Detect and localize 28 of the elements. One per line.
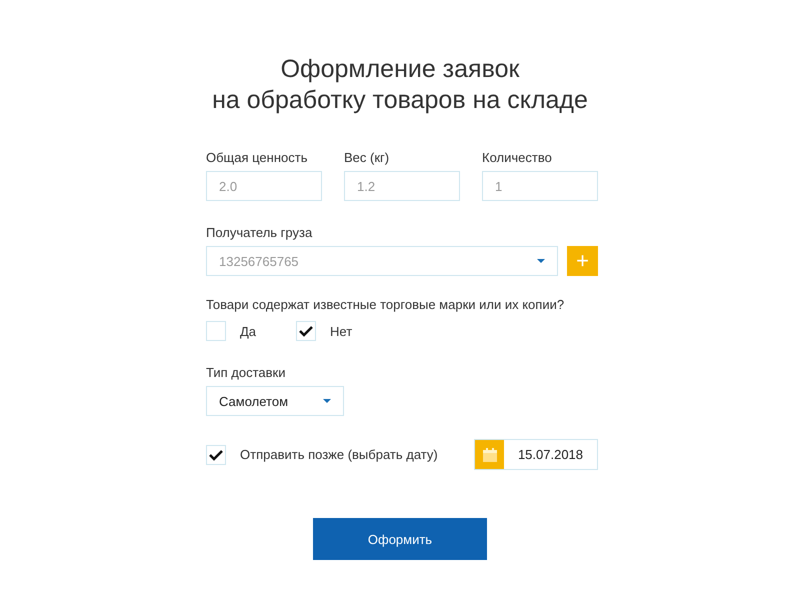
field-label: Вес (кг) [344, 150, 390, 166]
field-label: Общая ценность [206, 150, 308, 166]
dropdown-value: Самолетом [219, 394, 288, 408]
option-label: Да [240, 324, 256, 338]
date-value: 15.07.2018 [516, 446, 584, 464]
checkbox[interactable] [206, 444, 226, 464]
checkbox[interactable] [296, 321, 316, 341]
page-title: Оформление заявок [280, 54, 520, 85]
checkbox-label: Отправить позже (выбрать дату) [240, 447, 438, 462]
delivery-dropdown[interactable]: Самолетом [206, 386, 344, 416]
input-field[interactable]: 2.0 [206, 171, 322, 201]
date-field[interactable]: 15.07.2018 [474, 439, 598, 470]
checkbox[interactable] [206, 321, 226, 341]
question-text: Товари содержат известные торговые марки или их копии? [206, 297, 566, 313]
caret-icon [537, 259, 545, 263]
field-label: Тип доставки [206, 365, 286, 381]
caret-icon [323, 399, 331, 403]
input-field[interactable]: 1.2 [344, 171, 460, 201]
input-field[interactable]: 1 [482, 171, 598, 201]
field-label: Количество [482, 150, 553, 166]
submit-button[interactable]: Оформить [313, 518, 487, 560]
calendar-icon [482, 448, 496, 462]
field-label: Получатель груза [206, 225, 314, 241]
dropdown-placeholder: 13256765765 [219, 254, 299, 268]
page-title: на обработку товаров на складе [211, 85, 589, 116]
checkmark-icon [298, 324, 314, 338]
option-label: Нет [330, 324, 352, 338]
checkmark-icon [208, 448, 224, 462]
